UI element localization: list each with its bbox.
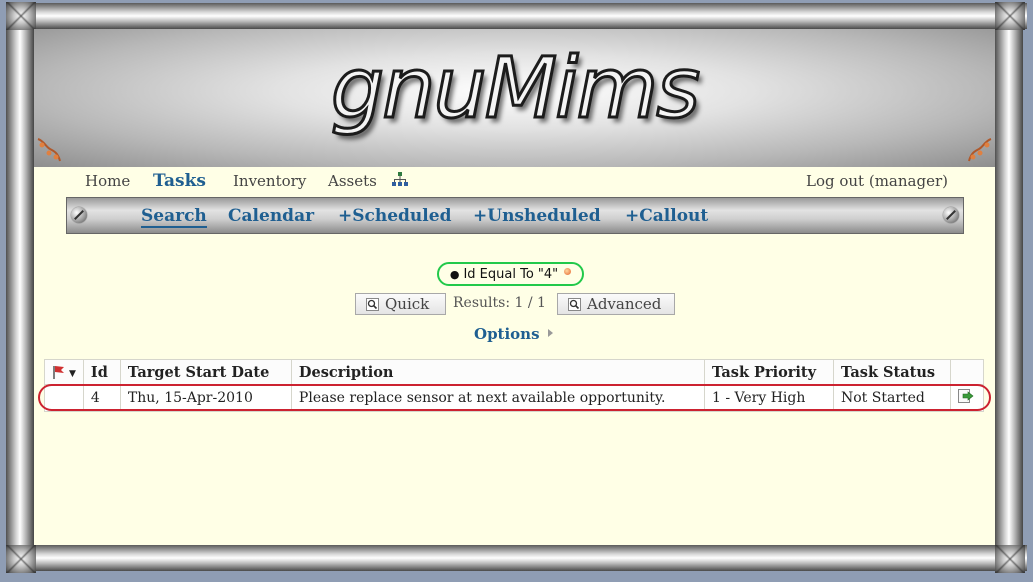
frame-top	[6, 3, 1027, 29]
magnifier-icon	[568, 298, 581, 311]
results-count: Results: 1 / 1	[453, 295, 546, 311]
quick-label: Quick	[385, 295, 430, 313]
subnav-callout[interactable]: +Callout	[625, 206, 708, 226]
logout-link[interactable]: Log out (manager)	[806, 172, 948, 190]
frame-right	[995, 29, 1023, 545]
subnav-calendar[interactable]: Calendar	[228, 206, 314, 226]
magnifier-icon	[366, 298, 379, 311]
app-logo: gnuMims	[329, 38, 701, 139]
page-content: gnuMims Home Tasks Inventory Assets Log …	[34, 29, 995, 545]
flourish-ornament-icon	[968, 138, 992, 162]
screw-icon	[71, 207, 87, 223]
subnav-search[interactable]: Search	[141, 206, 207, 228]
remove-filter-icon[interactable]	[564, 268, 572, 275]
dropdown-arrow-icon: ▼	[69, 368, 76, 379]
options-label: Options	[474, 325, 540, 343]
column-header-id[interactable]: Id	[82, 359, 121, 385]
cell-select	[44, 384, 84, 412]
nav-home[interactable]: Home	[85, 172, 130, 190]
expand-triangle-icon	[547, 329, 553, 337]
task-results-table: ▼ Id Target Start Date Description Task …	[44, 359, 984, 412]
nav-tasks[interactable]: Tasks	[153, 171, 206, 191]
flag-icon	[53, 365, 64, 379]
column-header-task-status[interactable]: Task Status	[833, 359, 951, 385]
subnav-scheduled[interactable]: +Scheduled	[338, 206, 451, 226]
frame-corner-bolt-icon	[6, 545, 36, 573]
flourish-ornament-icon	[37, 138, 61, 162]
frame-left	[6, 29, 34, 545]
sub-navigation-bar: Search Calendar +Scheduled +Unsheduled +…	[66, 197, 964, 234]
nav-inventory[interactable]: Inventory	[233, 172, 306, 190]
sitemap-icon[interactable]	[392, 172, 408, 187]
frame-corner-bolt-icon	[995, 545, 1025, 573]
header-banner: gnuMims	[34, 29, 995, 167]
frame-corner-bolt-icon	[6, 2, 36, 30]
frame-corner-bolt-icon	[995, 2, 1025, 30]
cell-status: Not Started	[833, 384, 951, 412]
cell-target-start-date: Thu, 15-Apr-2010	[119, 384, 292, 412]
column-header-actions	[950, 359, 984, 385]
column-header-description[interactable]: Description	[290, 359, 706, 385]
open-record-icon[interactable]	[958, 389, 974, 403]
column-header-task-priority[interactable]: Task Priority	[704, 359, 834, 385]
column-header-target-start-date[interactable]: Target Start Date	[119, 359, 292, 385]
cell-priority: 1 - Very High	[704, 384, 834, 412]
column-menu-header[interactable]: ▼	[44, 359, 84, 385]
options-toggle[interactable]: Options	[474, 325, 553, 343]
frame-bottom	[6, 545, 1027, 571]
subnav-unscheduled[interactable]: +Unsheduled	[473, 206, 601, 226]
quick-search-button[interactable]: Quick	[355, 293, 446, 315]
cell-action	[950, 384, 984, 412]
advanced-search-button[interactable]: Advanced	[557, 293, 675, 315]
bullet-icon: ●	[449, 268, 460, 281]
filter-text: Id Equal To "4"	[463, 267, 559, 282]
cell-id: 4	[82, 384, 121, 412]
advanced-label: Advanced	[587, 295, 662, 313]
top-navigation: Home Tasks Inventory Assets Log out (man…	[34, 167, 995, 197]
screw-icon	[943, 207, 959, 223]
search-filter-chip: ● Id Equal To "4"	[437, 262, 584, 286]
cell-description: Please replace sensor at next available …	[290, 384, 706, 412]
table-header-row: ▼ Id Target Start Date Description Task …	[44, 359, 984, 385]
table-row[interactable]: 4 Thu, 15-Apr-2010 Please replace sensor…	[44, 384, 984, 412]
nav-assets[interactable]: Assets	[328, 172, 377, 190]
